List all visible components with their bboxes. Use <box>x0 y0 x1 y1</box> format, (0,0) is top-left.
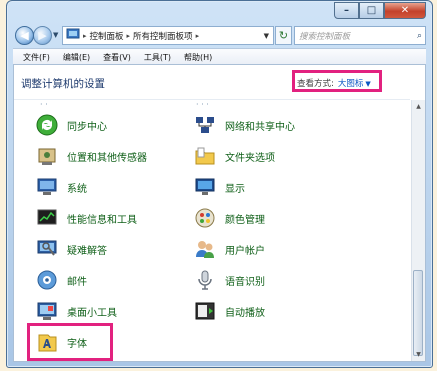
item-label: 邮件 <box>67 276 87 288</box>
caption-buttons: – □ ✕ <box>334 2 426 19</box>
troubleshooting-icon <box>37 240 57 256</box>
folder-options-icon <box>195 147 215 165</box>
color-management-icon <box>195 208 215 228</box>
search-input[interactable]: 搜索控制面板 ⌕ <box>294 26 426 45</box>
breadcrumb-separator-icon: ▸ <box>126 31 131 40</box>
item-sync-center[interactable]: 同步中心 <box>36 114 107 136</box>
item-label: 网络和共享中心 <box>225 121 295 133</box>
address-bar[interactable]: ▸ 控制面板 ▸ 所有控制面板项 ▸ ▼ <box>62 26 274 45</box>
vertical-scrollbar[interactable]: ▲ ▼ <box>411 100 425 361</box>
network-icon <box>196 117 214 133</box>
item-label: 自动播放 <box>225 307 265 319</box>
sync-center-icon <box>36 114 58 136</box>
speech-icon <box>198 270 212 290</box>
item-label: 显示 <box>225 183 245 195</box>
performance-icon <box>37 209 57 225</box>
location-sensor-icon <box>38 148 56 165</box>
item-label: 系统 <box>67 183 87 195</box>
view-by-highlight-box <box>292 70 382 92</box>
search-placeholder: 搜索控制面板 <box>299 31 351 42</box>
item-desktop-gadgets[interactable]: 桌面小工具 <box>36 300 117 322</box>
partial-icon-top: · · · <box>196 100 209 109</box>
user-accounts-icon <box>196 241 214 258</box>
minimize-button[interactable]: – <box>334 2 359 19</box>
item-troubleshooting[interactable]: 疑难解答 <box>36 238 107 260</box>
breadcrumb-control-panel[interactable]: 控制面板 <box>90 30 124 42</box>
item-label: 用户帐户 <box>225 245 265 257</box>
search-icon[interactable]: ⌕ <box>417 31 422 41</box>
partial-icon-top: · · <box>40 100 48 109</box>
close-button[interactable]: ✕ <box>384 2 426 19</box>
item-autoplay[interactable]: 自动播放 <box>194 300 265 322</box>
item-location-sensors[interactable]: 位置和其他传感器 <box>36 145 147 167</box>
display-icon <box>195 178 215 195</box>
menu-edit[interactable]: 编辑(E) <box>63 52 90 63</box>
item-system[interactable]: 系统 <box>36 176 87 198</box>
menu-tools[interactable]: 工具(T) <box>144 52 171 63</box>
fonts-highlight-box <box>27 323 113 361</box>
item-network-sharing[interactable]: 网络和共享中心 <box>194 114 295 136</box>
scroll-up-icon[interactable]: ▲ <box>412 100 425 113</box>
address-row: ◀ ▶ ▼ ▸ 控制面板 ▸ 所有控制面板项 ▸ ▼ ↻ 搜索控制面板 ⌕ <box>13 25 426 47</box>
recent-pages-dropdown-icon[interactable]: ▼ <box>53 31 58 39</box>
item-label: 同步中心 <box>67 121 107 133</box>
header-divider <box>14 99 410 100</box>
gadgets-icon <box>37 302 57 320</box>
item-label: 语音识别 <box>225 276 265 288</box>
item-label: 位置和其他传感器 <box>67 152 147 164</box>
maximize-button[interactable]: □ <box>359 2 384 19</box>
item-label: 颜色管理 <box>225 214 265 226</box>
item-folder-options[interactable]: 文件夹选项 <box>194 145 275 167</box>
menu-bar: 文件(F) 编辑(E) 查看(V) 工具(T) 帮助(H) <box>13 48 426 65</box>
item-label: 桌面小工具 <box>67 307 117 319</box>
breadcrumb-separator-icon: ▸ <box>195 31 200 40</box>
content-pane: 调整计算机的设置 查看方式: 大图标 ▼ · · · · · 同步中心 网络和共享中… <box>13 64 426 362</box>
menu-view[interactable]: 查看(V) <box>103 52 131 63</box>
scroll-down-icon[interactable]: ▼ <box>412 348 425 361</box>
autoplay-icon <box>195 302 215 320</box>
breadcrumb-separator-icon: ▸ <box>83 31 87 40</box>
item-performance[interactable]: 性能信息和工具 <box>36 207 137 229</box>
item-color-management[interactable]: 颜色管理 <box>194 207 265 229</box>
mail-icon <box>37 270 57 290</box>
forward-button[interactable]: ▶ <box>33 26 52 45</box>
menu-file[interactable]: 文件(F) <box>23 52 50 63</box>
item-display[interactable]: 显示 <box>194 176 245 198</box>
back-button[interactable]: ◀ <box>15 26 34 45</box>
item-mail[interactable]: 邮件 <box>36 269 87 291</box>
control-panel-icon <box>66 28 80 43</box>
address-dropdown-icon[interactable]: ▼ <box>264 32 269 40</box>
page-title: 调整计算机的设置 <box>21 78 105 90</box>
item-label: 疑难解答 <box>67 245 107 257</box>
refresh-button[interactable]: ↻ <box>275 26 292 45</box>
item-speech-recognition[interactable]: 语音识别 <box>194 269 265 291</box>
breadcrumb-all-items[interactable]: 所有控制面板项 <box>133 30 193 42</box>
item-user-accounts[interactable]: 用户帐户 <box>194 238 265 260</box>
system-icon <box>37 178 57 195</box>
scroll-thumb[interactable] <box>413 270 423 356</box>
item-label: 文件夹选项 <box>225 152 275 164</box>
menu-help[interactable]: 帮助(H) <box>184 52 212 63</box>
control-panel-window: – □ ✕ ◀ ▶ ▼ ▸ 控制面板 ▸ 所有控制面板项 ▸ ▼ ↻ 搜索控制面… <box>6 0 433 368</box>
item-label: 性能信息和工具 <box>67 214 137 226</box>
